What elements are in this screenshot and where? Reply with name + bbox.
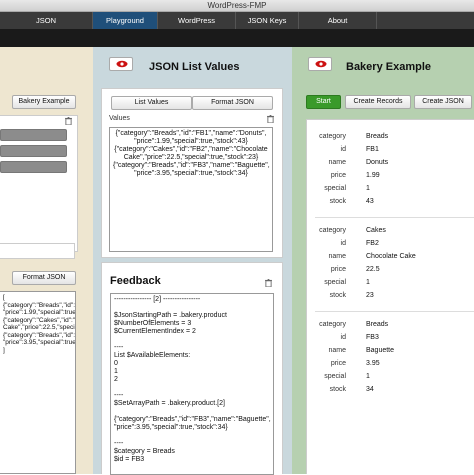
create-records-button[interactable]: Create Records xyxy=(345,95,411,109)
field-label: special xyxy=(324,279,346,286)
field-value: Donuts xyxy=(366,159,389,166)
field-value: FB2 xyxy=(366,240,379,247)
field-label: id xyxy=(340,334,346,341)
tab-json-keys[interactable]: JSON Keys xyxy=(236,12,299,29)
field-value: FB3 xyxy=(366,334,379,341)
field-value: 1.99 xyxy=(366,172,380,179)
values-textarea[interactable]: {"category":"Breads","id":"FB1","name":"… xyxy=(109,127,273,252)
field-value: 1 xyxy=(366,279,370,286)
preview-button-middle[interactable] xyxy=(109,57,133,71)
tab-about[interactable]: About xyxy=(299,12,377,29)
values-label: Values xyxy=(109,115,130,122)
left-list-panel xyxy=(0,115,78,252)
field-label: category xyxy=(319,321,346,328)
start-button[interactable]: Start xyxy=(306,95,341,109)
field-value: 1 xyxy=(366,185,370,192)
field-label: category xyxy=(319,227,346,234)
trash-icon[interactable] xyxy=(267,115,274,123)
field-label: stock xyxy=(329,198,346,205)
json-list-values-title: JSON List Values xyxy=(149,61,240,73)
field-label: id xyxy=(340,240,346,247)
json-list-values-box: List Values Format JSON Values {"categor… xyxy=(101,88,283,258)
trash-icon[interactable] xyxy=(65,117,72,125)
tab-bar: JSON Playground WordPress JSON Keys Abou… xyxy=(0,12,474,29)
left-panel: Bakery Example Format JSON [ {"category"… xyxy=(0,47,93,474)
field-value: 3.95 xyxy=(366,360,380,367)
record-card[interactable]: category Breads id FB1 name Donuts price 1.99 sp… xyxy=(307,133,474,223)
record-separator xyxy=(315,311,474,312)
field-label: category xyxy=(319,133,346,140)
field-value: 43 xyxy=(366,198,374,205)
tab-playground[interactable]: Playground xyxy=(93,12,158,29)
bakery-example-button[interactable]: Bakery Example xyxy=(12,95,76,109)
field-label: price xyxy=(330,360,346,367)
feedback-title: Feedback xyxy=(110,275,161,287)
format-json-button-left[interactable]: Format JSON xyxy=(12,271,76,285)
tab-json[interactable]: JSON xyxy=(0,12,93,29)
bakery-example-title: Bakery Example xyxy=(346,61,431,73)
field-label: id xyxy=(340,146,346,153)
field-label: name xyxy=(328,347,346,354)
field-value: Cakes xyxy=(366,227,386,234)
tab-wordpress[interactable]: WordPress xyxy=(158,12,236,29)
create-json-button[interactable]: Create JSON xyxy=(414,95,472,109)
bakery-example-panel: Bakery Example Start Create Records Crea… xyxy=(292,47,474,474)
left-input-field[interactable] xyxy=(0,243,75,259)
feedback-box: Feedback ---------------- [2] ----------… xyxy=(101,262,283,475)
left-json-textarea[interactable]: [ {"category":"Breads","id":"FB1","name"… xyxy=(0,291,76,474)
field-value: 34 xyxy=(366,386,374,393)
field-label: name xyxy=(328,253,346,260)
field-value: Breads xyxy=(366,133,389,140)
field-value: 1 xyxy=(366,373,370,380)
record-card[interactable]: category Cakes id FB2 name Chocolate Cake pric… xyxy=(307,227,474,317)
field-label: special xyxy=(324,185,346,192)
field-label: stock xyxy=(329,386,346,393)
record-separator xyxy=(315,217,474,218)
format-json-button[interactable]: Format JSON xyxy=(192,96,273,110)
window-title: WordPress-FMP xyxy=(0,0,474,12)
eye-icon xyxy=(315,60,327,68)
field-value: Breads xyxy=(366,321,389,328)
preview-button-right[interactable] xyxy=(308,57,332,71)
field-label: name xyxy=(328,159,346,166)
left-list-item-2[interactable] xyxy=(0,145,67,157)
field-value: Baguette xyxy=(366,347,395,354)
field-label: special xyxy=(324,373,346,380)
feedback-textarea[interactable]: ---------------- [2] ---------------- $J… xyxy=(110,293,274,475)
json-list-values-panel: JSON List Values List Values Format JSON… xyxy=(93,47,292,475)
toolbar-strip xyxy=(0,29,474,47)
left-list-item-1[interactable] xyxy=(0,129,67,141)
left-list-item-3[interactable] xyxy=(0,161,67,173)
field-value: 23 xyxy=(366,292,374,299)
field-label: price xyxy=(330,172,346,179)
field-value: Chocolate Cake xyxy=(366,253,416,260)
list-values-button[interactable]: List Values xyxy=(111,96,192,110)
field-label: stock xyxy=(329,292,346,299)
record-card[interactable]: category Breads id FB3 name Baguette price 3.95… xyxy=(307,321,474,411)
field-value: 22.5 xyxy=(366,266,380,273)
eye-icon xyxy=(116,60,128,68)
records-list: category Breads id FB1 name Donuts price 1.99 sp… xyxy=(306,119,474,474)
trash-icon[interactable] xyxy=(265,279,272,287)
field-value: FB1 xyxy=(366,146,379,153)
field-label: price xyxy=(330,266,346,273)
